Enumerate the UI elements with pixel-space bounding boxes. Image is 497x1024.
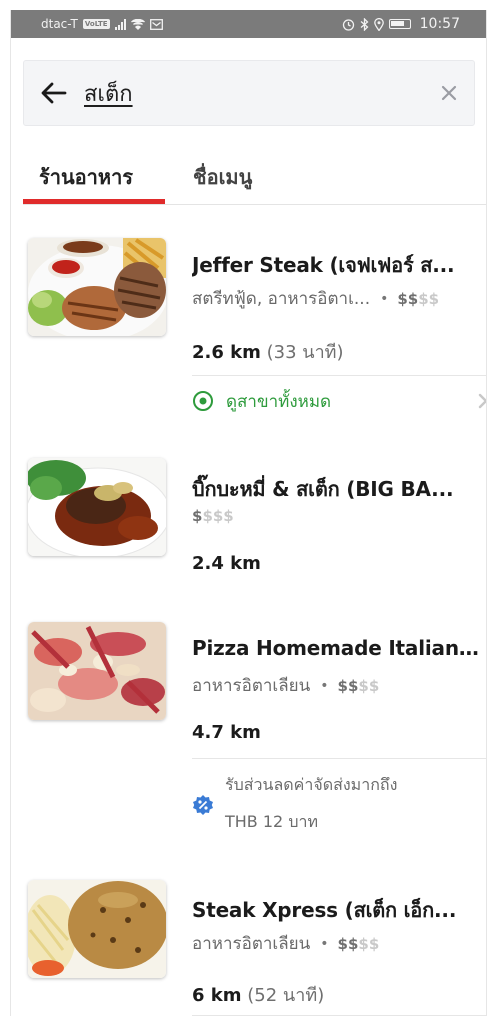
cuisine-label: อาหารอิตาเลียน — [192, 676, 311, 696]
promo-banner[interactable]: รับส่วนลดค่าจัดส่งมากถึง THB 12 บาท — [192, 766, 482, 840]
active-tab-indicator — [23, 199, 165, 204]
delivery-time: (33 นาที) — [266, 342, 344, 363]
clock: 10:57 — [419, 16, 460, 32]
restaurant-meta: $ $$$ — [192, 507, 482, 525]
price-level: $$ — [337, 676, 359, 695]
battery-icon — [388, 19, 411, 29]
promo-text-line1: รับส่วนลดค่าจัดส่งมากถึง — [225, 775, 398, 794]
price-level: $$ — [397, 289, 419, 308]
restaurant-name[interactable]: บิ๊กบะหมี่ & สเต็ก (BIG BA... — [192, 473, 479, 505]
distance-value: 2.4 km — [192, 553, 261, 574]
chevron-right-icon — [478, 393, 486, 409]
distance-value: 6 km — [192, 985, 242, 1006]
clear-search-icon[interactable] — [424, 85, 474, 101]
restaurant-photo — [28, 880, 166, 978]
restaurant-photo — [28, 238, 166, 336]
price-level-remaining: $$$ — [202, 507, 234, 525]
distance-label: 2.4 km — [192, 553, 261, 574]
wifi-icon — [130, 18, 145, 30]
price-level: $$ — [337, 934, 359, 953]
cuisine-label: สตรีทฟู้ด, อาหารอิตาเ... — [192, 289, 371, 309]
separator-dot: • — [320, 677, 329, 694]
volte-badge: VoLTE — [82, 19, 110, 29]
restaurant-card[interactable]: Jeffer Steak (เจฟเฟอร์ ส... สตรีทฟู้ด, อ… — [25, 225, 486, 426]
tab-menu-names[interactable]: ชื่อเมนู — [193, 161, 252, 193]
tab-restaurants[interactable]: ร้านอาหาร — [39, 161, 133, 193]
restaurant-name[interactable]: Steak Xpress (สเต็ก เอ็ก... — [192, 894, 479, 926]
restaurant-card[interactable]: บิ๊กบะหมี่ & สเต็ก (BIG BA... $ $$$ 2.4 k… — [25, 445, 486, 595]
alarm-icon — [342, 18, 354, 31]
message-icon — [149, 18, 163, 30]
separator-dot: • — [380, 290, 389, 307]
distance-label: 6 km (52 นาที) — [192, 980, 324, 1009]
restaurant-card[interactable]: Pizza Homemade Italian... อาหารอิตาเลียน… — [25, 610, 486, 850]
price-level: $ — [192, 507, 203, 525]
search-input[interactable]: สเต็ก — [84, 76, 424, 111]
app-frame: dtac-T VoLTE 10:57 สเต็ก ร้านอาหาร ชื่อเ… — [10, 10, 487, 1016]
carrier-label: dtac-T — [41, 17, 78, 31]
restaurant-meta: สตรีทฟู้ด, อาหารอิตาเ... • $$ $$ — [192, 285, 482, 312]
distance-value: 4.7 km — [192, 722, 261, 743]
delivery-time: (52 นาที) — [247, 985, 325, 1006]
back-arrow-icon[interactable] — [24, 82, 84, 104]
view-all-branches-label: ดูสาขาทั้งหมด — [226, 391, 332, 412]
restaurant-photo — [28, 458, 166, 556]
restaurant-meta: อาหารอิตาเลียน • $$ $$ — [192, 672, 482, 699]
restaurant-card[interactable]: Steak Xpress (สเต็ก เอ็ก... อาหารอิตาเลี… — [25, 870, 486, 1016]
separator-dot: • — [320, 935, 329, 952]
discount-badge-icon — [193, 795, 213, 815]
search-bar[interactable]: สเต็ก — [23, 60, 475, 126]
price-level-remaining: $$ — [358, 676, 380, 695]
distance-label: 4.7 km — [192, 722, 261, 743]
cuisine-label: อาหารอิตาเลียน — [192, 934, 311, 954]
price-level-remaining: $$ — [418, 289, 440, 308]
divider — [192, 1015, 486, 1016]
restaurant-meta: อาหารอิตาเลียน • $$ $$ — [192, 930, 482, 957]
distance-value: 2.6 km — [192, 342, 261, 363]
location-icon — [373, 17, 384, 31]
bluetooth-icon — [360, 17, 369, 31]
status-bar: dtac-T VoLTE 10:57 — [11, 10, 486, 38]
restaurant-name[interactable]: Pizza Homemade Italian... — [192, 636, 479, 660]
branch-target-icon — [193, 391, 213, 411]
promo-text-line2: THB 12 บาท — [225, 812, 318, 831]
restaurant-name[interactable]: Jeffer Steak (เจฟเฟอร์ ส... — [192, 249, 479, 281]
price-level-remaining: $$ — [358, 934, 380, 953]
distance-label: 2.6 km (33 นาที) — [192, 337, 344, 366]
view-all-branches-link[interactable]: ดูสาขาทั้งหมด — [192, 376, 486, 426]
result-tabs: ร้านอาหาร ชื่อเมนู — [23, 155, 486, 205]
signal-icon — [114, 18, 126, 30]
restaurant-photo — [28, 622, 166, 720]
divider — [192, 758, 486, 759]
